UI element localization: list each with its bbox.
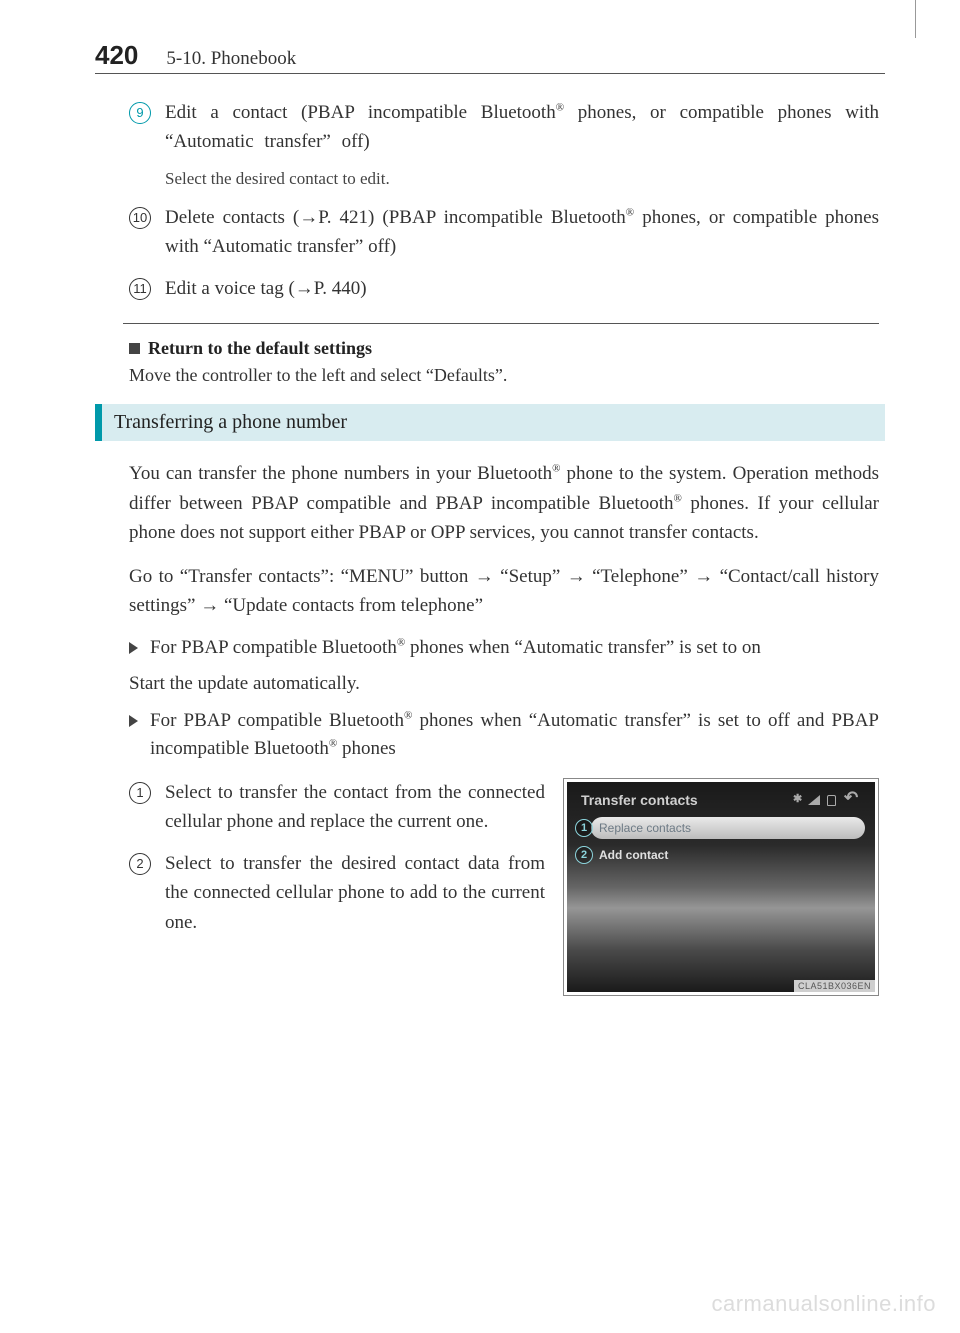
registered-mark: ® [397,637,405,649]
ui-screenshot: Transfer contacts 1 Replace contacts [563,778,879,996]
step-1-body: Select to transfer the contact from the … [165,778,545,837]
screen-code: CLA51BX036EN [794,980,875,992]
step-marker-10: 10 [129,207,151,229]
step-marker-9: 9 [129,102,151,124]
header-vline [915,0,916,38]
step-2: 2 Select to transfer the desired contact… [129,849,545,937]
registered-mark: ® [329,738,337,750]
list-item-11: 11 Edit a voice tag (→P. 440) [129,274,879,303]
arrow-icon: → [475,566,494,587]
menu-label-add: Add contact [591,844,865,866]
registered-mark: ® [674,492,682,504]
bullet-auto-on-body: Start the update automatically. [129,673,879,695]
signal-icon [808,795,820,805]
callout-1: 1 [575,819,593,837]
step-marker-1: 1 [129,782,151,804]
bullet-auto-off: For PBAP compatible Bluetooth® phones wh… [129,707,879,764]
page-content: 9 Edit a contact (PBAP incompatible Blue… [95,98,885,996]
item-9-body: Edit a contact (PBAP incompatible Blueto… [165,98,879,157]
callout-2: 2 [575,846,593,864]
two-column-layout: 1 Select to transfer the contact from th… [129,778,879,996]
defaults-body: Move the controller to the left and sele… [129,365,879,386]
square-bullet-icon [129,343,140,354]
arrow-icon: → [299,207,318,228]
registered-mark: ® [556,102,564,114]
page-number: 420 [95,40,138,71]
screen-header: Transfer contacts [567,782,875,812]
transfer-para-1: You can transfer the phone numbers in yo… [129,459,879,547]
step-marker-2: 2 [129,853,151,875]
list-item-9: 9 Edit a contact (PBAP incompatible Blue… [129,98,879,157]
menu-row-add[interactable]: 2 Add contact [575,844,865,866]
defaults-title: Return to the default settings [148,338,372,359]
screen-status-icons [794,794,863,806]
bullet-auto-on: For PBAP compatible Bluetooth® phones wh… [129,634,879,663]
section-divider [123,323,879,324]
item-10-body: Delete contacts (→P. 421) (PBAP incompat… [165,203,879,262]
screen-title: Transfer contacts [581,792,698,808]
watermark: carmanualsonline.info [711,1291,936,1317]
item-11-body: Edit a voice tag (→P. 440) [165,274,879,303]
arrow-icon: → [295,278,314,299]
registered-mark: ® [626,207,634,219]
bluetooth-icon [794,794,801,806]
section-label: 5-10. Phonebook [166,48,296,70]
list-item-10: 10 Delete contacts (→P. 421) (PBAP incom… [129,203,879,262]
defaults-heading-row: Return to the default settings [129,338,879,359]
triangle-bullet-icon [129,715,138,727]
arrow-icon: → [694,566,713,587]
lock-icon [827,795,836,806]
section-banner: Transferring a phone number [95,404,885,441]
triangle-bullet-icon [129,642,138,654]
page-header: 420 5-10. Phonebook [95,40,885,74]
item-9-subnote: Select the desired contact to edit. [165,169,879,189]
menu-row-replace[interactable]: 1 Replace contacts [575,817,865,839]
step-1: 1 Select to transfer the contact from th… [129,778,545,837]
step-2-body: Select to transfer the desired contact d… [165,849,545,937]
screen-frame: Transfer contacts 1 Replace contacts [563,778,879,996]
arrow-icon: → [200,595,219,616]
step-marker-11: 11 [129,278,151,300]
back-icon[interactable] [843,794,863,806]
menu-label-replace: Replace contacts [591,817,865,839]
arrow-icon: → [567,566,586,587]
screen-display: Transfer contacts 1 Replace contacts [567,782,875,992]
steps-column: 1 Select to transfer the contact from th… [129,778,545,996]
transfer-para-2: Go to “Transfer contacts”: “MENU” button… [129,562,879,621]
